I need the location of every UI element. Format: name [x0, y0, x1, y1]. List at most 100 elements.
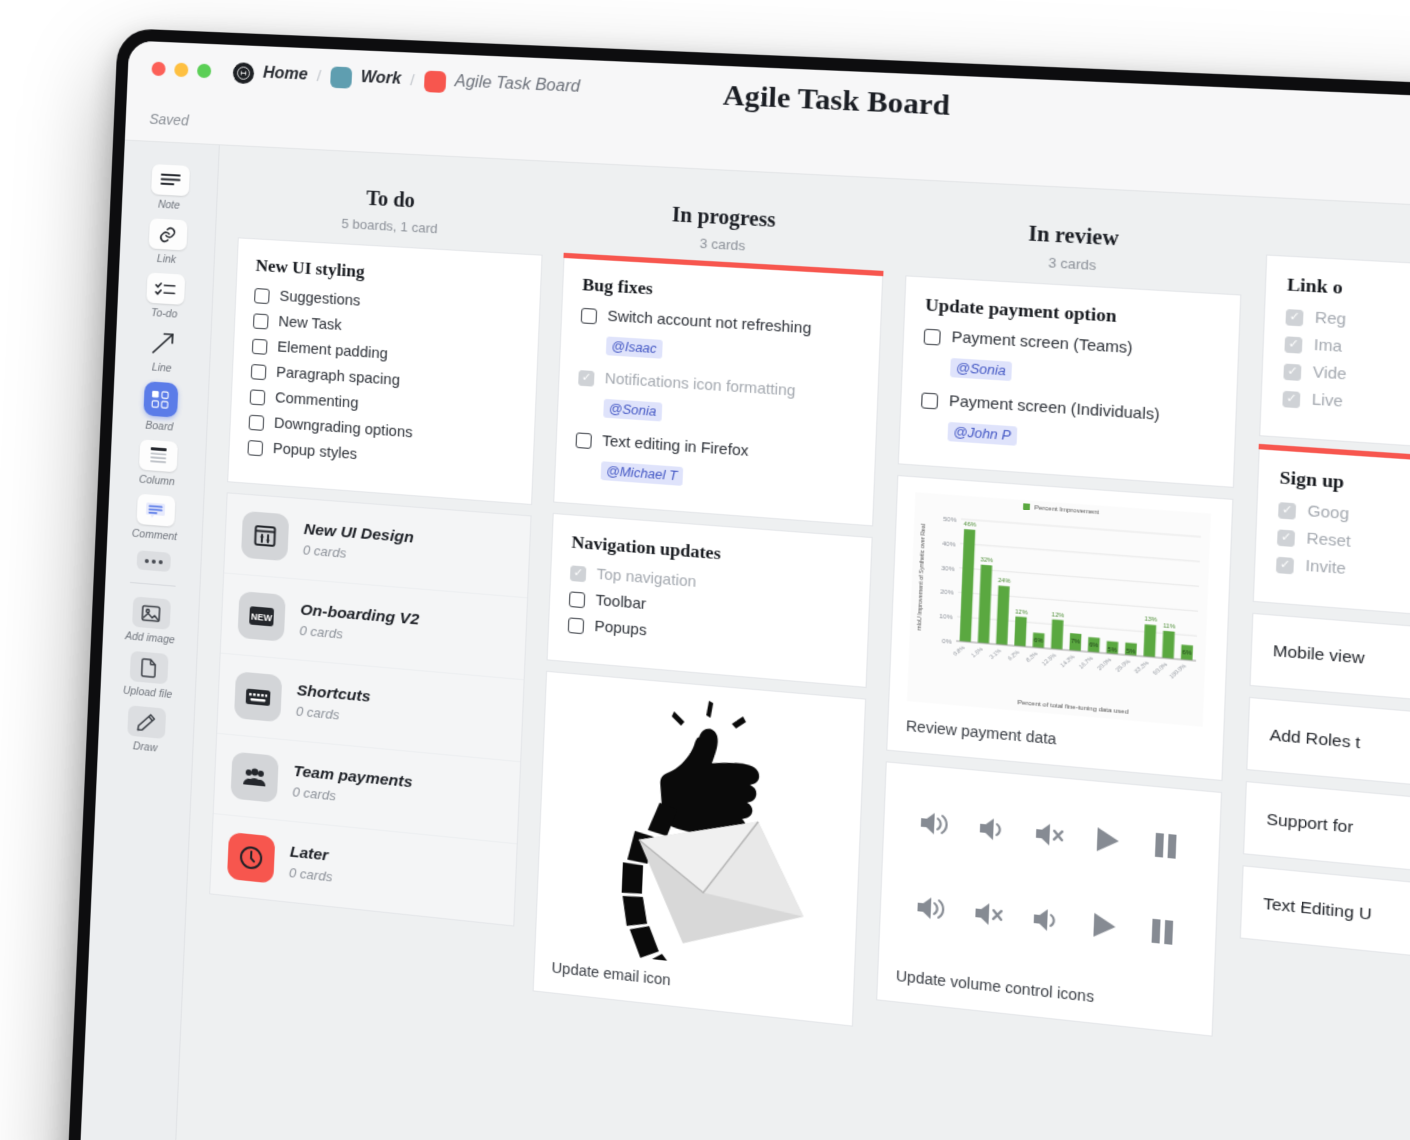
- column-icon: [138, 439, 178, 473]
- sidebar-label-add-image: Add image: [124, 630, 176, 647]
- checkbox-checked-icon[interactable]: ✓: [1275, 556, 1295, 574]
- sidebar-item-column[interactable]: Column: [115, 434, 200, 493]
- color-chip-icon: [329, 65, 352, 89]
- checklist-item[interactable]: Switch account not refreshing: [580, 307, 861, 341]
- sidebar-item-comment[interactable]: Comment: [113, 488, 198, 547]
- breadcrumb-item-home[interactable]: Home: [232, 61, 309, 87]
- checkbox-icon[interactable]: [251, 338, 268, 355]
- sidebar-item-todo[interactable]: To-do: [122, 267, 207, 324]
- checkbox-icon[interactable]: [252, 312, 269, 329]
- checklist-label: Payment screen (Individuals): [948, 393, 1160, 425]
- checkbox-icon[interactable]: [248, 414, 265, 431]
- breadcrumb-separator-2: /: [409, 71, 415, 89]
- mention-chip[interactable]: @Sonia: [603, 398, 662, 422]
- app-screen: Home / Work / Agile Task Board Agile Tas…: [78, 40, 1410, 1140]
- checkbox-icon[interactable]: [568, 590, 586, 608]
- checkbox-icon[interactable]: [575, 431, 592, 449]
- svg-text:11%: 11%: [1163, 623, 1176, 631]
- sidebar-item-line[interactable]: Line: [120, 321, 205, 379]
- volume-low-icon: [977, 814, 1007, 850]
- sidebar-item-note[interactable]: Note: [127, 159, 212, 216]
- board-canvas[interactable]: To do 5 boards, 1 card New UI styling Su…: [173, 145, 1410, 1140]
- checkbox-icon[interactable]: [923, 328, 941, 346]
- checkbox-icon[interactable]: [921, 391, 939, 409]
- checkbox-icon[interactable]: [580, 307, 598, 324]
- checkbox-icon[interactable]: [249, 388, 266, 406]
- checklist-label: Top navigation: [596, 566, 697, 592]
- mention-chip[interactable]: @Michael T: [600, 461, 684, 486]
- checkbox-checked-icon[interactable]: ✓: [1284, 335, 1303, 354]
- sidebar-item-link[interactable]: Link: [125, 213, 210, 270]
- svg-text:13%: 13%: [1144, 617, 1157, 625]
- sidebar-item-draw[interactable]: Draw: [103, 699, 189, 759]
- checkbox-checked-icon[interactable]: ✓: [1277, 528, 1296, 547]
- sidebar-label-draw: Draw: [132, 740, 158, 755]
- checklist-card-bug-fixes[interactable]: Bug fixes Switch account not refreshing …: [553, 255, 884, 527]
- checklist-item[interactable]: ✓ Live: [1282, 390, 1410, 427]
- image-card-volume-icons[interactable]: Update volume control icons: [876, 761, 1223, 1037]
- close-button[interactable]: [151, 61, 166, 77]
- checklist-label: Text editing in Firefox: [601, 433, 749, 461]
- checkbox-checked-icon[interactable]: ✓: [578, 369, 595, 387]
- board-column-todo: To do 5 boards, 1 card New UI styling Su…: [209, 163, 546, 927]
- sidebar-label-line: Line: [151, 361, 172, 375]
- svg-text:6%: 6%: [1089, 643, 1099, 650]
- checkbox-checked-icon[interactable]: ✓: [1283, 362, 1302, 381]
- checklist-card-link-options[interactable]: Link o ✓ Reg ✓ Ima ✓ Vide ✓ Live: [1259, 254, 1410, 460]
- breadcrumb-item-board[interactable]: Agile Task Board: [423, 69, 580, 99]
- sidebar-item-upload-file[interactable]: Upload file: [106, 645, 192, 705]
- breadcrumb-separator: /: [316, 67, 322, 85]
- checkbox-checked-icon[interactable]: ✓: [569, 564, 587, 582]
- maximize-button[interactable]: [196, 63, 212, 79]
- app-body: Note Link To-do Line Board Column Commen…: [78, 140, 1410, 1140]
- play-icon: [1090, 910, 1119, 946]
- sidebar-item-board[interactable]: Board: [117, 375, 203, 437]
- image-card-update-email-icon[interactable]: Update email icon: [532, 670, 867, 1027]
- card-title: New UI styling: [255, 255, 365, 282]
- checklist-card-sign-up[interactable]: Sign up ✓ Goog ✓ Reset ✓ Invite: [1252, 447, 1410, 630]
- checklist-item[interactable]: ✓ Notifications icon formatting: [578, 369, 858, 404]
- checklist-item[interactable]: ✓ Invite: [1275, 556, 1410, 597]
- breadcrumb-item-work[interactable]: Work: [329, 65, 402, 91]
- checklist-label: Vide: [1312, 364, 1347, 384]
- volume-mute-icon: [972, 899, 1005, 936]
- checklist-card-update-payment-option[interactable]: Update payment option Payment screen (Te…: [897, 275, 1242, 488]
- volume-mute-icon: [1033, 819, 1066, 855]
- checkbox-icon[interactable]: [250, 363, 267, 380]
- checklist-card-navigation-updates[interactable]: Navigation updates ✓ Top navigation Toolb…: [546, 512, 873, 688]
- more-options-button[interactable]: [136, 550, 171, 573]
- svg-text:12%: 12%: [1015, 609, 1028, 617]
- board-column-in-review: In review 3 cards Update payment option …: [876, 197, 1245, 1048]
- mention-chip[interactable]: @John P: [947, 421, 1017, 446]
- dot-icon: [144, 558, 149, 563]
- checklist-label: Element padding: [276, 339, 389, 363]
- minimize-button[interactable]: [174, 62, 189, 78]
- volume-icon-grid: [897, 779, 1202, 988]
- checkbox-checked-icon[interactable]: ✓: [1278, 501, 1297, 520]
- checkbox-icon[interactable]: [254, 287, 270, 304]
- sidebar-label-link: Link: [156, 252, 177, 267]
- checklist-label: Invite: [1305, 557, 1347, 579]
- mention-chip[interactable]: @Isaac: [605, 336, 663, 359]
- window-controls[interactable]: [151, 61, 212, 79]
- checkbox-checked-icon[interactable]: ✓: [1282, 390, 1301, 408]
- board-columns: To do 5 boards, 1 card New UI styling Su…: [206, 163, 1410, 1119]
- sidebar-label-comment: Comment: [131, 527, 178, 544]
- card-stub[interactable]: Text Editing U: [1239, 865, 1410, 975]
- checklist-label: Goog: [1307, 503, 1350, 524]
- saved-status: Saved: [149, 110, 190, 129]
- link-icon: [148, 218, 188, 251]
- checkbox-checked-icon[interactable]: ✓: [1285, 308, 1304, 326]
- checklist-card-new-ui-styling[interactable]: New UI styling Suggestions New Task Elem…: [227, 237, 543, 506]
- board-name: Later: [289, 843, 329, 865]
- sidebar-item-add-image[interactable]: Add image: [108, 590, 193, 650]
- svg-text:5%: 5%: [1107, 646, 1117, 653]
- checkbox-icon[interactable]: [567, 616, 585, 634]
- svg-text:30%: 30%: [941, 565, 955, 573]
- checklist-item[interactable]: Payment screen (Teams): [923, 328, 1218, 363]
- chart-card-review-payment-data[interactable]: 0% 10% 20% 30% 40% 50% Percent Improvement 46% 0…: [886, 474, 1234, 782]
- checkbox-icon[interactable]: [247, 439, 264, 456]
- svg-text:40%: 40%: [942, 541, 956, 549]
- mention-chip[interactable]: @Sonia: [950, 357, 1012, 382]
- board-list: New UI Design 0 cards NEW On-boarding V2…: [209, 492, 532, 927]
